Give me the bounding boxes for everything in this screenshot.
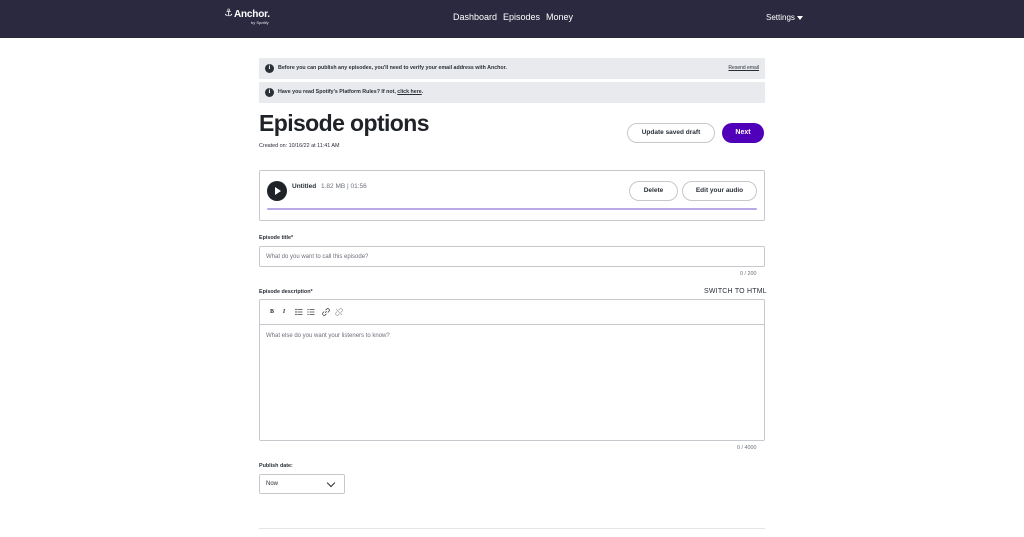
resend-email-link[interactable]: Resend email	[728, 65, 759, 71]
logo-subtitle: by Spotify	[251, 20, 269, 25]
italic-icon[interactable]: I	[280, 308, 288, 316]
anchor-icon: ⚓	[224, 8, 233, 19]
numbered-list-icon[interactable]	[307, 308, 315, 316]
bulleted-list-icon[interactable]	[295, 308, 303, 316]
platform-rules-link[interactable]: click here	[397, 89, 421, 95]
settings-label: Settings	[766, 13, 795, 22]
audio-title: Untitled	[292, 183, 317, 190]
audio-card: Untitled 1.82 MB | 01:56 Delete Edit you…	[259, 170, 765, 221]
bold-icon[interactable]: B	[268, 308, 276, 316]
update-saved-draft-button[interactable]: Update saved draft	[627, 123, 715, 143]
play-icon	[275, 187, 281, 195]
episode-title-label: Episode title*	[259, 235, 294, 241]
title-char-counter: 0 / 200	[740, 271, 757, 277]
delete-button[interactable]: Delete	[629, 181, 678, 201]
info-icon: i	[265, 64, 274, 73]
play-button[interactable]	[267, 181, 287, 201]
episode-description-label: Episode description*	[259, 289, 313, 295]
next-button[interactable]: Next	[722, 123, 764, 143]
verify-email-text: Before you can publish any episodes, you…	[278, 65, 507, 71]
footer-divider	[259, 528, 765, 529]
switch-to-html-link[interactable]: SWITCH TO HTML	[704, 288, 767, 295]
publish-date-select[interactable]: Now	[259, 474, 345, 494]
audio-meta: 1.82 MB | 01:56	[321, 183, 367, 190]
nav-link-dashboard[interactable]: Dashboard	[453, 12, 497, 22]
episode-description-placeholder: What else do you want your listeners to …	[266, 333, 390, 339]
publish-date-value: Now	[266, 481, 279, 487]
editor-toolbar: B I	[260, 300, 764, 325]
caret-down-icon	[796, 15, 803, 20]
chevron-down-icon	[326, 478, 336, 488]
nav-link-money[interactable]: Money	[546, 12, 573, 22]
settings-menu[interactable]: Settings	[766, 13, 803, 22]
episode-title-placeholder: What do you want to call this episode?	[266, 254, 369, 260]
audio-progress-bar[interactable]	[267, 208, 757, 210]
platform-rules-banner: i Have you read Spotify's Platform Rules…	[259, 82, 765, 103]
page-title: Episode options	[259, 110, 429, 136]
unlink-icon[interactable]	[335, 308, 343, 316]
info-icon: i	[265, 88, 274, 97]
created-date: Created on: 10/16/22 at 11:41 AM	[259, 143, 340, 149]
logo-text: Anchor.	[234, 9, 270, 20]
link-icon[interactable]	[322, 308, 330, 316]
top-navigation: ⚓ Anchor. by Spotify Dashboard Episodes …	[0, 0, 1024, 38]
platform-rules-prefix: Have you read Spotify's Platform Rules? …	[278, 89, 398, 95]
platform-rules-text: Have you read Spotify's Platform Rules? …	[278, 89, 423, 95]
verify-email-banner: i Before you can publish any episodes, y…	[259, 58, 765, 79]
description-editor[interactable]: B I What else do you want your listeners…	[259, 299, 765, 441]
publish-date-label: Publish date:	[259, 463, 293, 469]
edit-audio-button[interactable]: Edit your audio	[682, 181, 757, 201]
platform-rules-suffix: .	[421, 89, 424, 95]
nav-link-episodes[interactable]: Episodes	[503, 12, 540, 22]
episode-title-input[interactable]: What do you want to call this episode?	[259, 246, 765, 267]
description-char-counter: 0 / 4000	[737, 445, 757, 451]
